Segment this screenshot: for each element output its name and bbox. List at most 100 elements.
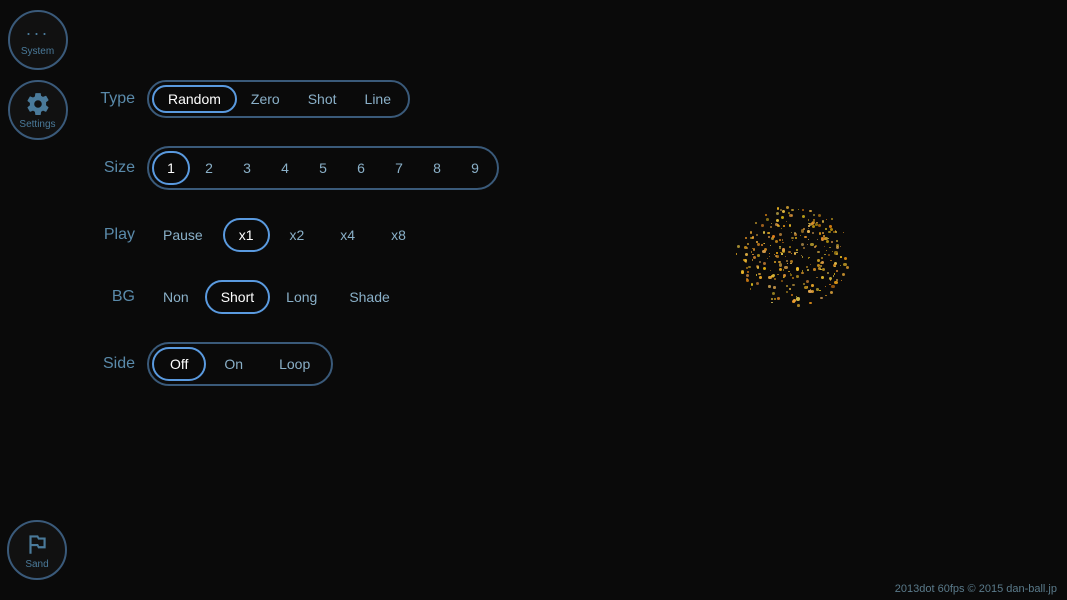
bg-non-button[interactable]: Non — [147, 280, 205, 314]
sand-particle — [750, 231, 753, 234]
sand-particle — [819, 290, 820, 291]
size-6-button[interactable]: 6 — [342, 151, 380, 185]
type-shot-button[interactable]: Shot — [294, 85, 351, 113]
sand-particle — [808, 228, 809, 229]
sand-particle — [756, 241, 757, 242]
sand-particle — [825, 286, 826, 287]
sand-particle — [768, 232, 769, 233]
play-x2-button[interactable]: x2 — [274, 218, 321, 252]
type-zero-button[interactable]: Zero — [237, 85, 294, 113]
sand-particle — [743, 259, 745, 261]
sand-particle — [798, 209, 799, 210]
sand-particle — [776, 252, 777, 253]
sand-particle — [782, 239, 784, 241]
sand-particle — [843, 263, 846, 266]
side-off-button[interactable]: Off — [152, 347, 206, 381]
footer-text: 2013dot 60fps © 2015 dan-ball.jp — [895, 583, 1057, 595]
sand-particle — [775, 223, 778, 226]
side-loop-button[interactable]: Loop — [261, 347, 328, 381]
sand-particle — [768, 236, 770, 238]
sand-particle — [756, 234, 758, 236]
sand-particle — [746, 274, 749, 277]
sand-particle — [813, 268, 816, 271]
sand-particle — [779, 263, 782, 266]
sand-particle — [828, 231, 831, 234]
play-row: Play Pause x1 x2 x4 x8 — [80, 218, 580, 252]
sand-particle — [757, 266, 760, 269]
type-random-button[interactable]: Random — [152, 85, 237, 113]
sand-particle — [834, 281, 837, 284]
sand-particle — [750, 288, 752, 290]
sand-particle — [824, 254, 825, 255]
mountain-icon — [24, 531, 50, 557]
sand-particle — [831, 285, 834, 288]
bg-long-button[interactable]: Long — [270, 280, 333, 314]
type-group: Random Zero Shot Line — [147, 80, 410, 118]
sand-particle — [769, 256, 770, 257]
sand-particle — [831, 241, 833, 243]
sand-particle — [795, 237, 797, 239]
size-8-button[interactable]: 8 — [418, 151, 456, 185]
sand-particle — [770, 226, 772, 228]
sand-particle — [844, 257, 847, 260]
sand-particle — [792, 277, 794, 279]
sand-particle — [752, 236, 754, 238]
system-button[interactable]: ··· System — [8, 10, 68, 70]
size-7-button[interactable]: 7 — [380, 151, 418, 185]
sand-particle — [803, 283, 805, 285]
sand-particle — [829, 247, 830, 248]
sand-particle — [786, 291, 788, 293]
sand-particle — [746, 279, 749, 282]
sand-particle — [774, 298, 776, 300]
size-9-button[interactable]: 9 — [456, 151, 494, 185]
sand-particle — [821, 276, 824, 279]
sand-particle — [807, 230, 810, 233]
sand-particle — [808, 225, 810, 227]
sand-particle — [782, 210, 785, 213]
size-1-button[interactable]: 1 — [152, 151, 190, 185]
size-4-button[interactable]: 4 — [266, 151, 304, 185]
play-x4-button[interactable]: x4 — [324, 218, 371, 252]
sand-particle — [741, 270, 744, 273]
sand-particle — [789, 288, 791, 290]
sand-particle — [809, 302, 811, 304]
sand-particle — [746, 267, 748, 269]
sand-particle — [796, 249, 798, 251]
sand-particle — [763, 267, 766, 270]
sand-particle — [813, 214, 815, 216]
sand-particle — [804, 286, 807, 289]
sand-particle — [747, 243, 749, 245]
sand-particle — [801, 229, 804, 232]
controls-area: Type Random Zero Shot Line Size 1 2 3 4 … — [80, 80, 580, 414]
bg-short-button[interactable]: Short — [205, 280, 270, 314]
settings-button[interactable]: Settings — [8, 80, 68, 140]
bg-group: Non Short Long Shade — [147, 280, 406, 314]
size-3-button[interactable]: 3 — [228, 151, 266, 185]
play-x1-button[interactable]: x1 — [223, 218, 270, 252]
sand-particle — [786, 221, 787, 222]
sand-particle — [763, 231, 766, 234]
sand-button[interactable]: Sand — [7, 520, 67, 580]
sand-particle — [784, 266, 787, 269]
sand-particle — [752, 248, 753, 249]
sand-particle — [843, 232, 844, 233]
side-on-button[interactable]: On — [206, 347, 261, 381]
sand-particle — [817, 251, 820, 254]
play-pause-button[interactable]: Pause — [147, 218, 219, 252]
sand-particle — [840, 265, 841, 266]
sand-particle — [781, 216, 784, 219]
sand-particle — [822, 220, 824, 222]
sand-particle — [761, 224, 764, 227]
settings-label: Settings — [19, 119, 55, 130]
bg-shade-button[interactable]: Shade — [333, 280, 405, 314]
sand-particle — [822, 268, 825, 271]
dots-icon: ··· — [26, 23, 50, 44]
play-x8-button[interactable]: x8 — [375, 218, 422, 252]
size-5-button[interactable]: 5 — [304, 151, 342, 185]
size-row: Size 1 2 3 4 5 6 7 8 9 — [80, 146, 580, 190]
size-2-button[interactable]: 2 — [190, 151, 228, 185]
sand-particle — [785, 256, 786, 257]
sand-particle — [830, 260, 832, 262]
type-line-button[interactable]: Line — [351, 85, 405, 113]
sand-particle — [757, 254, 760, 257]
